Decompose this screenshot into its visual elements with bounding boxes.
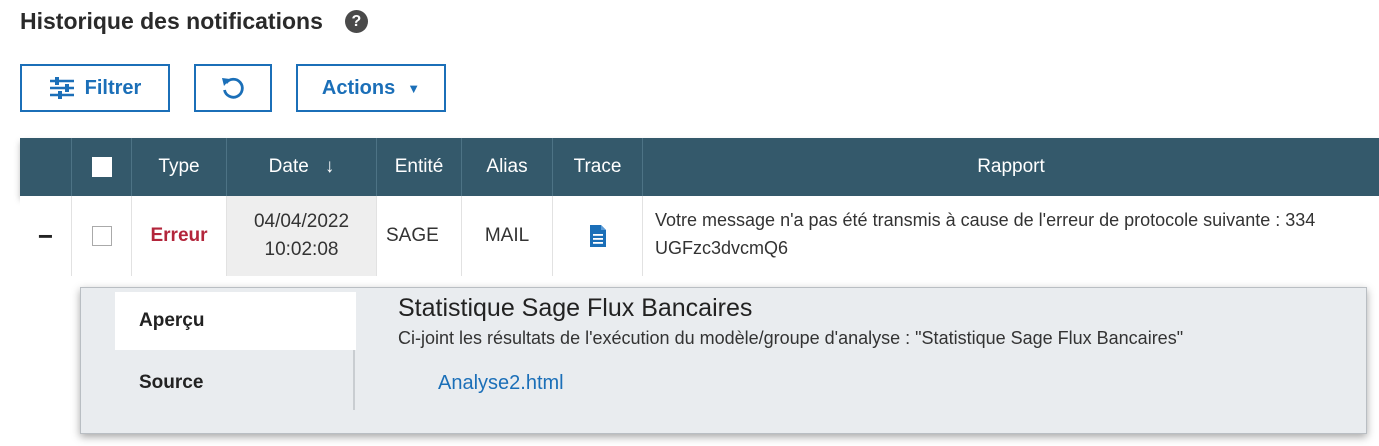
chevron-down-icon: ▼: [407, 80, 421, 96]
sliders-icon: [49, 77, 74, 99]
column-header-report[interactable]: Rapport: [642, 138, 1379, 196]
select-all-checkbox[interactable]: [91, 157, 112, 177]
detail-description: Ci-joint les résultats de l'exécution du…: [398, 328, 1184, 348]
row-select-cell: [71, 196, 131, 276]
column-header-date[interactable]: Date ↓: [226, 138, 376, 196]
tab-source[interactable]: Source: [115, 354, 356, 412]
column-header-type[interactable]: Type: [131, 138, 226, 196]
table-header: Type Date ↓ Entité Alias Trace Rapport: [20, 138, 1379, 196]
help-icon[interactable]: ?: [344, 10, 368, 33]
sort-arrow-icon: ↓: [324, 156, 335, 177]
actions-label: Actions: [321, 76, 396, 99]
table-row[interactable]: − Erreur 04/04/2022 10:02:08 SAGE MAIL V…: [20, 196, 1379, 276]
row-detail-panel: Aperçu Source Statistique Sage Flux Banc…: [80, 287, 1367, 434]
refresh-icon: [222, 77, 244, 99]
refresh-button[interactable]: [194, 64, 272, 112]
report-cell: Votre message n'a pas été transmis à cau…: [642, 196, 1379, 276]
row-checkbox[interactable]: [91, 226, 112, 246]
report-line-2: UGFzc3dvcmQ6: [655, 238, 789, 258]
detail-tabs: Aperçu Source: [115, 292, 356, 412]
column-header-alias[interactable]: Alias: [461, 138, 552, 196]
filter-button[interactable]: Filtrer: [20, 64, 170, 112]
page-title-text: Historique des notifications: [20, 8, 323, 34]
expand-column-header: [20, 138, 71, 196]
time-value: 10:02:08: [264, 239, 339, 260]
entity-cell: SAGE: [376, 196, 461, 276]
collapse-row-button[interactable]: −: [20, 196, 71, 276]
page-title: Historique des notifications ?: [20, 8, 368, 35]
date-cell: 04/04/2022 10:02:08: [226, 196, 376, 276]
document-icon[interactable]: [588, 224, 608, 248]
attachment-link[interactable]: Analyse2.html: [438, 372, 564, 395]
tab-divider: [353, 350, 355, 410]
actions-button[interactable]: Actions ▼: [296, 64, 446, 112]
alias-cell: MAIL: [461, 196, 552, 276]
report-line-1: Votre message n'a pas été transmis à cau…: [655, 210, 1316, 230]
column-header-entity[interactable]: Entité: [376, 138, 461, 196]
filter-label: Filtrer: [84, 76, 142, 99]
tab-apercu[interactable]: Aperçu: [115, 292, 356, 350]
column-header-trace[interactable]: Trace: [552, 138, 642, 196]
status-badge: Erreur: [131, 196, 226, 276]
detail-title: Statistique Sage Flux Bancaires: [398, 294, 753, 322]
select-all-cell: [71, 138, 131, 196]
column-header-date-label: Date: [268, 156, 309, 177]
date-value: 04/04/2022: [253, 211, 350, 232]
trace-cell: [552, 196, 642, 276]
